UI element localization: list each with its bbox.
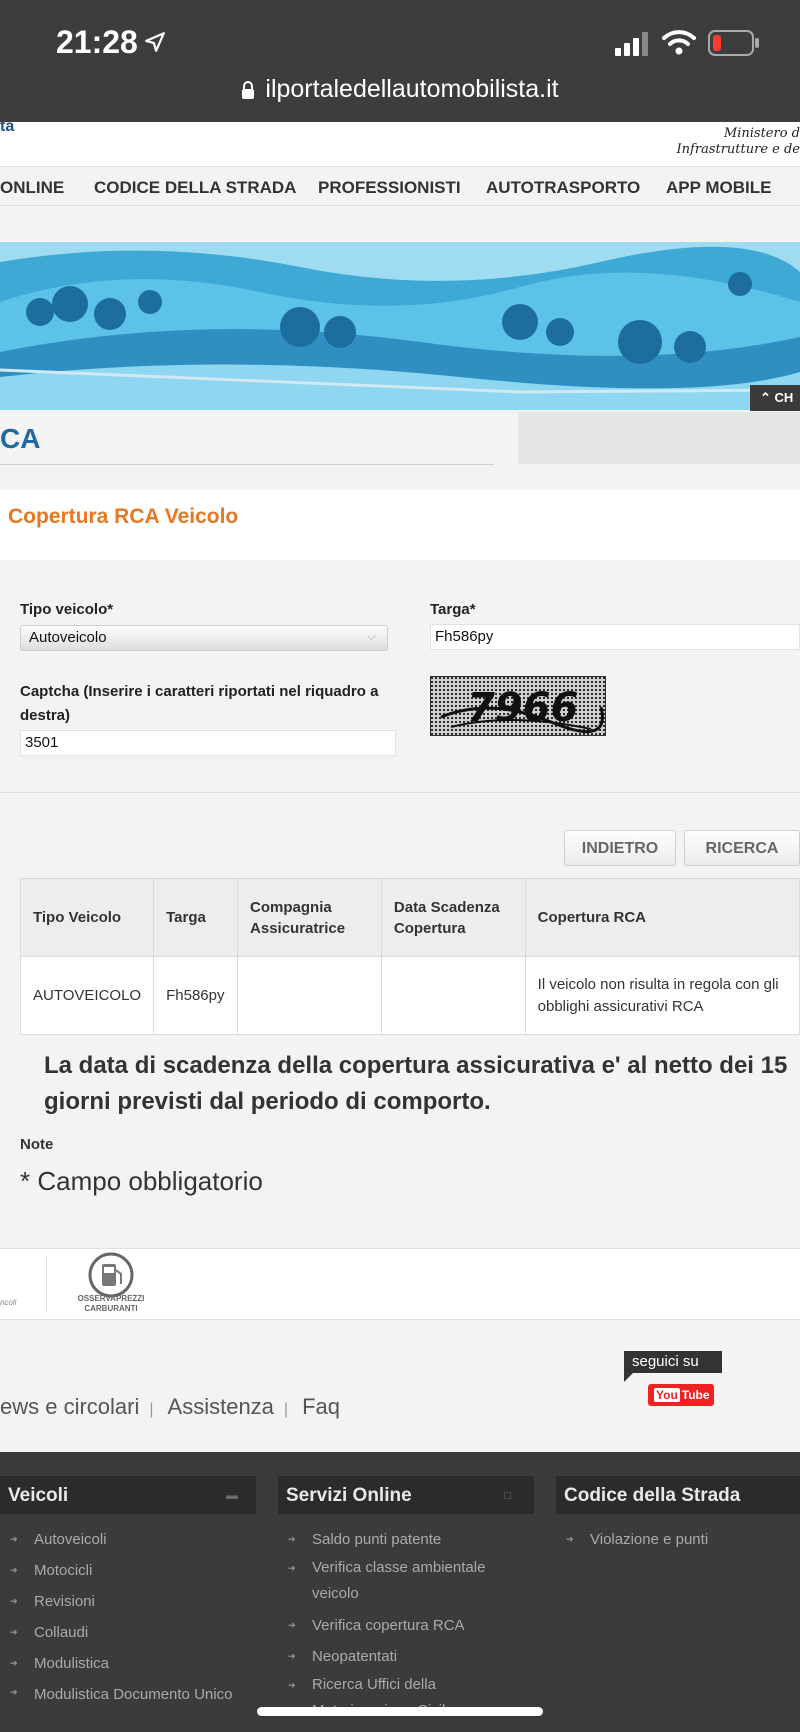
footer-col-veicoli[interactable]: Veicoli ▬ <box>0 1476 256 1514</box>
footer-link[interactable]: Violazione e punti <box>566 1524 800 1555</box>
footer-link[interactable]: Verifica copertura RCA <box>288 1610 524 1641</box>
results-table: Tipo Veicolo Targa Compagnia Assicuratri… <box>19 878 800 1035</box>
title-divider <box>0 464 494 465</box>
nav-online[interactable]: ONLINE <box>0 178 64 198</box>
footer-list-codice: Violazione e punti <box>566 1524 800 1555</box>
status-time: 21:28 <box>56 24 138 60</box>
nav-codice-della-strada[interactable]: CODICE DELLA STRADA <box>94 178 296 198</box>
osservaprezzi-label[interactable]: OSSERVAPREZZI CARBURANTI <box>66 1294 156 1314</box>
browser-bar: 21:28 ilportaledellautomobilista.it <box>0 0 800 122</box>
youtube-logo-tube: Tube <box>681 1388 710 1402</box>
partners-divider <box>46 1256 47 1312</box>
home-indicator[interactable] <box>257 1707 543 1716</box>
column-header: Data Scadenza Copertura <box>380 878 526 957</box>
battery-icon <box>708 30 759 56</box>
targa-input[interactable]: Fh586py <box>430 624 800 650</box>
monitor-icon: □ <box>504 1488 512 1502</box>
captcha-text: 7966 <box>467 685 578 731</box>
footer-link[interactable]: Collaudi <box>10 1617 246 1648</box>
search-button[interactable]: RICERCA <box>684 830 800 866</box>
tipo-veicolo-label: Tipo veicolo* <box>20 601 114 618</box>
note-label: Note <box>20 1136 54 1153</box>
table-row: AUTOVEICOLO Fh586py Il veicolo non risul… <box>19 956 800 1035</box>
captcha-image: 7966 <box>430 676 606 736</box>
captcha-input[interactable]: 3501 <box>20 730 396 756</box>
footer-link[interactable]: Verifica classe ambientale veicolo <box>288 1555 524 1610</box>
table-cell <box>380 956 526 1035</box>
nav-app-mobile[interactable]: APP MOBILE <box>666 178 771 198</box>
footer-link[interactable]: Modulistica Documento Unico <box>10 1679 246 1708</box>
url-text: ilportaledellautomobilista.it <box>265 75 559 103</box>
column-header: Copertura RCA <box>524 878 800 957</box>
footer-link[interactable]: Saldo punti patente <box>288 1524 524 1555</box>
search-form <box>0 560 800 792</box>
table-header-row: Tipo Veicolo Targa Compagnia Assicuratri… <box>19 878 800 957</box>
expiry-notice: La data di scadenza della copertura assi… <box>44 1052 788 1115</box>
tipo-veicolo-select[interactable]: Autoveicolo ⌵ <box>20 625 388 651</box>
faq-link[interactable]: Faq <box>302 1394 340 1419</box>
title-side-panel <box>518 412 800 464</box>
column-header: Tipo Veicolo <box>19 878 155 957</box>
news-link[interactable]: ews e circolari <box>0 1394 139 1419</box>
table-cell <box>237 956 382 1035</box>
footer-links: ews e circolari | Assistenza | Faq <box>0 1394 340 1419</box>
banner-toggle-button[interactable]: ⌃ CH <box>750 385 800 411</box>
footer-link[interactable]: Neopatentati <box>288 1641 524 1672</box>
captcha-label: Captcha (Inserire i caratteri riportati … <box>20 683 379 724</box>
youtube-logo-you: You <box>654 1388 680 1402</box>
chevron-up-icon: ⌃ <box>760 390 771 405</box>
fuel-pump-icon[interactable] <box>88 1252 134 1298</box>
youtube-button[interactable]: You Tube <box>648 1384 714 1406</box>
column-header: Targa <box>153 878 239 957</box>
follow-us-tail <box>624 1372 634 1382</box>
header-banner-image <box>0 242 800 410</box>
assistenza-link[interactable]: Assistenza <box>168 1394 274 1419</box>
chevron-down-icon: ⌵ <box>367 629 377 643</box>
required-field-note: * Campo obbligatorio <box>20 1166 263 1196</box>
page: 21:28 ilportaledellautomobilista.it ta M… <box>0 0 800 1732</box>
back-button[interactable]: INDIETRO <box>564 830 676 866</box>
footer-col-codice-della-strada[interactable]: Codice della Strada <box>556 1476 800 1514</box>
column-header: Compagnia Assicuratrice <box>237 878 382 957</box>
form-divider <box>0 792 800 793</box>
nav-autotrasporto[interactable]: AUTOTRASPORTO <box>486 178 640 198</box>
car-icon: ▬ <box>226 1488 238 1502</box>
footer-list-veicoli: Autoveicoli Motocicli Revisioni Collaudi… <box>10 1524 246 1708</box>
footer-link[interactable]: Autoveicoli <box>10 1524 246 1555</box>
follow-us-label: seguici su <box>624 1351 722 1373</box>
table-cell: Fh586py <box>153 956 239 1035</box>
footer-link[interactable]: Revisioni <box>10 1586 246 1617</box>
ministry-logo[interactable]: Ministero d Infrastrutture e de <box>660 122 800 158</box>
table-cell: AUTOVEICOLO <box>19 956 155 1035</box>
wifi-icon <box>662 30 696 55</box>
signal-icon <box>615 32 648 56</box>
footer-link[interactable]: Ricerca Uffici della Motorizzazione Civi… <box>288 1672 524 1724</box>
url-bar[interactable]: ilportaledellautomobilista.it <box>0 75 800 104</box>
section-title: Copertura RCA Veicolo <box>8 505 239 528</box>
footer-list-servizi: Saldo punti patente Verifica classe ambi… <box>288 1524 524 1724</box>
lock-icon <box>242 81 255 99</box>
table-cell: Il veicolo non risulta in regola con gli… <box>524 956 800 1035</box>
location-arrow-icon <box>145 32 165 52</box>
main-nav: ONLINE CODICE DELLA STRADA PROFESSIONIST… <box>0 166 800 206</box>
footer-link[interactable]: Modulistica <box>10 1648 246 1679</box>
nav-professionisti[interactable]: PROFESSIONISTI <box>318 178 461 198</box>
footer-col-servizi-online[interactable]: Servizi Online □ <box>278 1476 534 1514</box>
targa-label: Targa* <box>430 601 476 618</box>
page-title: CA <box>0 423 41 454</box>
partner-fragment[interactable]: ncoli <box>0 1298 16 1307</box>
footer-link[interactable]: Motocicli <box>10 1555 246 1586</box>
